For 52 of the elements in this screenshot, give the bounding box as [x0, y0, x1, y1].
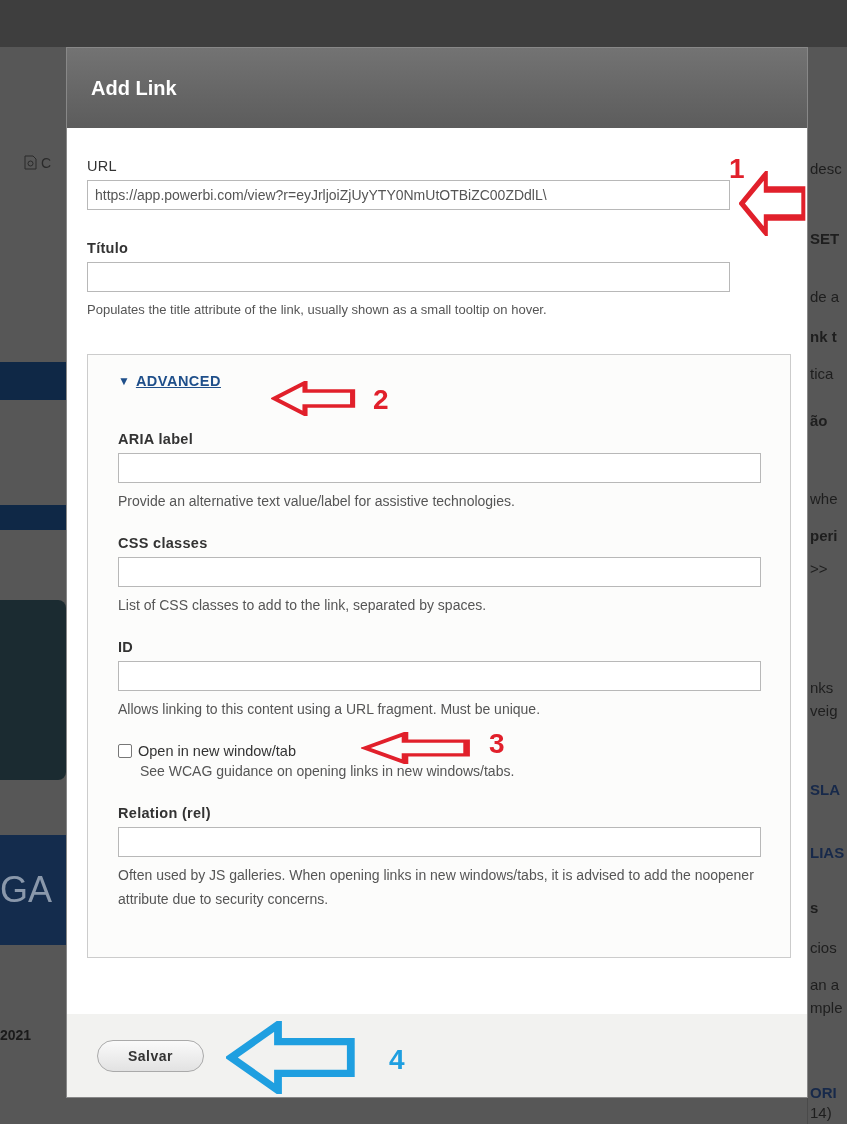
- field-description: Often used by JS galleries. When opening links in new windows/tabs, it is advised to add the noopener attribute due to security concerns.: [118, 866, 755, 909]
- field-description: List of CSS classes to add to the link, separated by spaces.: [118, 596, 488, 615]
- advanced-link[interactable]: ADVANCED: [135, 373, 221, 389]
- field-label: ARIA label: [118, 431, 193, 447]
- background-text: SET: [810, 229, 840, 247]
- field-description: Provide an alternative text value/label for assistive technologies.: [118, 492, 516, 511]
- background-text: LIAS: [810, 844, 845, 862]
- background-text: >>: [810, 559, 828, 577]
- field-label: Título: [87, 240, 129, 256]
- field-description: See WCAG guidance on opening links in new windows/tabs.: [140, 762, 515, 781]
- text-input[interactable]: [118, 557, 761, 587]
- background-text: s: [810, 899, 819, 917]
- background-text: SLA: [810, 781, 840, 799]
- field-description: Populates the title attribute of the link, usually shown as a small tooltip on hover.: [87, 301, 548, 319]
- background-bar: [0, 505, 66, 530]
- background-text: desc: [810, 160, 842, 177]
- background-text: peri: [810, 526, 838, 544]
- title-input[interactable]: [87, 262, 730, 292]
- save-button[interactable]: Salvar: [97, 1039, 205, 1072]
- callout-number: 3: [489, 728, 505, 760]
- url-input[interactable]: https://app.powerbi.com/view?r=eyJrljoiZjUyYTY0NmUtOTBiZC00ZDdlL\: [87, 180, 730, 210]
- background-text: cios: [810, 939, 837, 957]
- callout-number: 4: [389, 1044, 405, 1076]
- field-label: ID: [118, 639, 134, 655]
- field-description: Allows linking to this content using a URL fragment. Must be unique.: [118, 700, 542, 719]
- checkbox[interactable]: [118, 744, 132, 758]
- background-text: an a: [810, 976, 840, 994]
- toggle-icon[interactable]: ▼: [118, 374, 130, 388]
- document-icon: [24, 155, 37, 170]
- callout-number: 2: [373, 384, 389, 416]
- background-text: veig: [810, 702, 838, 720]
- background-text: mple: [810, 999, 843, 1017]
- background-text: whe: [810, 489, 838, 507]
- background-text: de a: [810, 287, 840, 305]
- background-text: ão: [810, 411, 828, 429]
- background-text: 2021: [0, 1026, 33, 1045]
- background-bar: [0, 362, 66, 400]
- field-label: Relation (rel): [118, 805, 211, 821]
- background-text: nk t: [810, 327, 837, 345]
- background-text: ORI: [810, 1084, 837, 1102]
- text-input[interactable]: [118, 661, 761, 691]
- text-input[interactable]: [118, 827, 761, 857]
- banner-text: GA: [0, 869, 52, 911]
- checkbox-label[interactable]: Open in new window/tab: [138, 743, 296, 759]
- background-text: 14): [810, 1104, 832, 1121]
- text-input[interactable]: [118, 453, 761, 483]
- background-text: nks: [810, 679, 834, 697]
- dialog-title: Add Link: [91, 76, 177, 100]
- field-label: CSS classes: [118, 535, 208, 551]
- callout-number: 1: [729, 153, 745, 185]
- field-label: URL: [87, 158, 117, 174]
- background-text: tica: [810, 364, 834, 382]
